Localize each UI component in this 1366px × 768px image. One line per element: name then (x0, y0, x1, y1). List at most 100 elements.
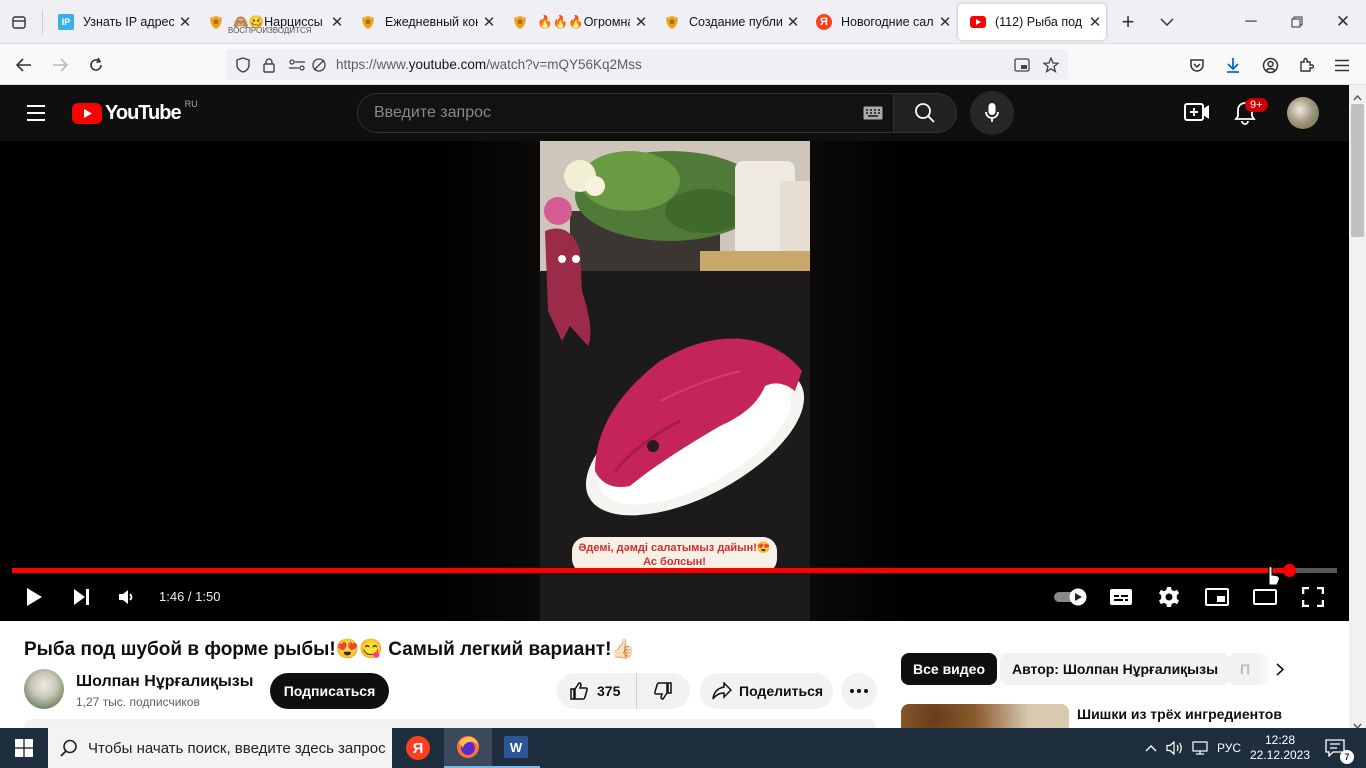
fullscreen-button[interactable] (1297, 581, 1329, 613)
tab-salads[interactable]: Я Новогодние сала ✕ (804, 4, 956, 40)
chips-next-button[interactable] (1258, 653, 1302, 685)
youtube-logo[interactable]: YouTube RU (72, 99, 198, 125)
theater-mode-button[interactable] (1249, 581, 1281, 613)
tab-create[interactable]: Создание публик ✕ (652, 4, 804, 40)
extensions-icon[interactable] (1293, 52, 1319, 78)
reload-icon[interactable] (83, 52, 109, 78)
shield-favicon-icon (360, 14, 376, 30)
tab-list-icon[interactable] (6, 9, 32, 35)
user-avatar[interactable] (1287, 97, 1319, 129)
youtube-page: YouTube RU Введите запрос 9+ Әдемі, дәмд… (0, 85, 1349, 728)
language-indicator[interactable]: РУС (1212, 728, 1246, 768)
tracking-shield-icon[interactable] (230, 52, 256, 78)
channel-name[interactable]: Шолпан Нұрғалиқызы (76, 673, 253, 691)
like-button[interactable]: 375 (557, 673, 637, 709)
lock-icon[interactable] (256, 52, 282, 78)
tab-playing-label: ВОСПРОИЗВОДИТСЯ (228, 26, 312, 35)
clock-date: 22.12.2023 (1249, 748, 1311, 762)
tab-youtube-active[interactable]: (112) Рыба под ш ✕ (958, 4, 1106, 40)
player-shadow-left (432, 141, 540, 621)
thumbs-up-icon (570, 682, 588, 700)
miniplayer-button[interactable] (1201, 581, 1233, 613)
play-icon (27, 588, 42, 606)
like-dislike-group: 375 (557, 673, 690, 709)
clock[interactable]: 12:28 22.12.2023 (1248, 728, 1312, 768)
next-button[interactable] (66, 581, 98, 613)
close-window-icon[interactable]: ✕ (1330, 9, 1356, 35)
url-bar[interactable]: https://www.youtube.com/watch?v=mQY56Kq2… (226, 49, 1068, 80)
account-icon[interactable] (1257, 52, 1283, 78)
settings-button[interactable] (1153, 581, 1185, 613)
mute-button[interactable] (111, 581, 143, 613)
bookmark-star-icon[interactable] (1038, 52, 1064, 78)
autoplay-toggle[interactable] (1054, 581, 1088, 613)
search-input[interactable]: Введите запрос (357, 93, 894, 133)
taskbar-yandex-app[interactable]: Я (394, 728, 442, 768)
browser-tab-bar: IP Узнать IP адрес ✕ 🙈🥴Нарциссы ВОСПРОИЗ… (0, 0, 1366, 44)
network-tray-icon[interactable] (1188, 728, 1212, 768)
chip-author[interactable]: Автор: Шолпан Нұрғалиқызы (1000, 653, 1231, 685)
word-icon: W (504, 736, 528, 758)
ip-favicon-icon: IP (58, 14, 74, 30)
hamburger-menu-icon[interactable] (1329, 52, 1355, 78)
taskbar-word-app[interactable]: W (492, 728, 540, 768)
shield-favicon-icon (208, 14, 224, 30)
create-video-icon[interactable] (1184, 101, 1210, 128)
forward-arrow-icon[interactable] (47, 52, 73, 78)
subtitles-icon (1110, 589, 1132, 605)
tab-narcissus[interactable]: 🙈🥴Нарциссы ВОСПРОИЗВОДИТСЯ ✕ (196, 4, 348, 40)
tab-ip[interactable]: IP Узнать IP адрес ✕ (46, 4, 196, 40)
windows-taskbar: Чтобы начать поиск, введите здесь запрос… (0, 728, 1366, 768)
dislike-button[interactable] (637, 673, 689, 709)
minimize-icon[interactable]: ─ (1238, 9, 1264, 35)
downloads-icon[interactable] (1220, 52, 1246, 78)
video-player[interactable]: Әдемі, дәмді салатымыз дайын!😍 Ас болсын… (0, 141, 1349, 621)
media-blocked-icon[interactable] (306, 52, 332, 78)
youtube-favicon-icon (970, 14, 986, 30)
picture-in-picture-icon[interactable] (1009, 52, 1035, 78)
play-button[interactable] (18, 581, 50, 613)
tray-overflow-chevron-icon[interactable] (1140, 728, 1162, 768)
tab-close-icon[interactable]: ✕ (1084, 13, 1106, 31)
subtitles-button[interactable] (1105, 581, 1137, 613)
guide-menu-icon[interactable] (24, 101, 48, 130)
voice-search-button[interactable] (970, 91, 1014, 135)
tab-huge[interactable]: 🔥🔥🔥Огромная ✕ (500, 4, 652, 40)
taskbar-firefox-app[interactable] (444, 728, 492, 768)
chip-all-videos[interactable]: Все видео (901, 653, 998, 685)
more-actions-button[interactable] (841, 673, 877, 709)
clock-time: 12:28 (1264, 733, 1296, 747)
description-box[interactable] (24, 719, 876, 728)
subscriber-count: 1,27 тыс. подписчиков (76, 695, 200, 709)
pocket-icon[interactable] (1184, 52, 1210, 78)
keyboard-icon[interactable] (863, 106, 883, 125)
tab-close-icon[interactable]: ✕ (326, 13, 348, 31)
theater-mode-icon (1253, 589, 1277, 605)
chevron-down-icon[interactable] (1154, 9, 1180, 35)
microphone-icon (985, 103, 999, 122)
scrollbar-thumb[interactable] (1351, 104, 1364, 237)
search-icon (915, 103, 935, 123)
tab-close-icon[interactable]: ✕ (934, 13, 956, 31)
tab-close-icon[interactable]: ✕ (478, 13, 500, 31)
subscribe-button[interactable]: Подписаться (270, 673, 389, 709)
volume-tray-icon[interactable] (1163, 728, 1187, 768)
yandex-icon: Я (406, 736, 430, 760)
taskbar-search-input[interactable]: Чтобы начать поиск, введите здесь запрос (48, 728, 392, 768)
tab-close-icon[interactable]: ✕ (174, 13, 196, 31)
tab-daily[interactable]: Ежедневный кон ✕ (348, 4, 500, 40)
search-button[interactable] (893, 93, 957, 133)
tab-close-icon[interactable]: ✕ (630, 13, 652, 31)
start-button[interactable] (0, 728, 48, 768)
recommended-thumbnail[interactable] (901, 704, 1069, 728)
recommended-title[interactable]: Шишки из трёх ингредиентов (1077, 706, 1282, 722)
channel-avatar[interactable] (24, 669, 64, 709)
new-tab-icon[interactable]: + (1115, 9, 1141, 35)
autoplay-toggle-icon (1054, 588, 1087, 606)
share-button[interactable]: Поделиться (700, 673, 833, 709)
restore-icon[interactable] (1284, 9, 1310, 35)
share-label: Поделиться (739, 683, 824, 699)
progress-scrubber-handle[interactable] (1283, 564, 1296, 577)
tab-close-icon[interactable]: ✕ (782, 13, 804, 31)
back-arrow-icon[interactable] (11, 52, 37, 78)
